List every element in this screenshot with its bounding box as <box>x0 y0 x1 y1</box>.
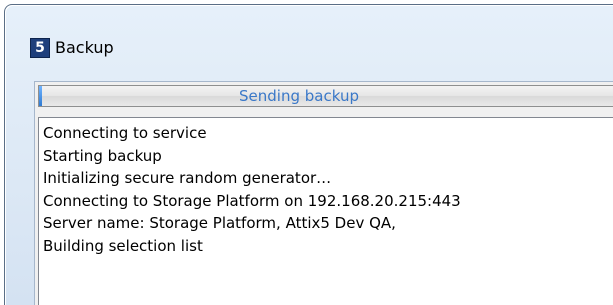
window-title: Backup <box>55 38 114 57</box>
log-list[interactable]: Connecting to service Starting backup In… <box>38 117 613 305</box>
log-line: Connecting to service <box>43 124 207 142</box>
log-line: Starting backup <box>43 146 162 165</box>
client-area: Sending backup Connecting to service Sta… <box>34 81 613 305</box>
progress-bar: Sending backup <box>38 85 613 107</box>
log-line: Connecting to Storage Platform on 192.16… <box>43 191 461 210</box>
app-5-icon: 5 <box>30 38 50 58</box>
log-line: Server name: Storage Platform, Attix5 De… <box>43 214 396 232</box>
log-line: Initializing secure random generator… <box>43 169 332 187</box>
title-bar[interactable]: 5 Backup <box>5 5 613 75</box>
progress-label: Sending backup <box>239 87 359 105</box>
log-line: Building selection list <box>43 236 203 255</box>
backup-window: 5 Backup Sending backup Connecting to se… <box>4 4 613 305</box>
